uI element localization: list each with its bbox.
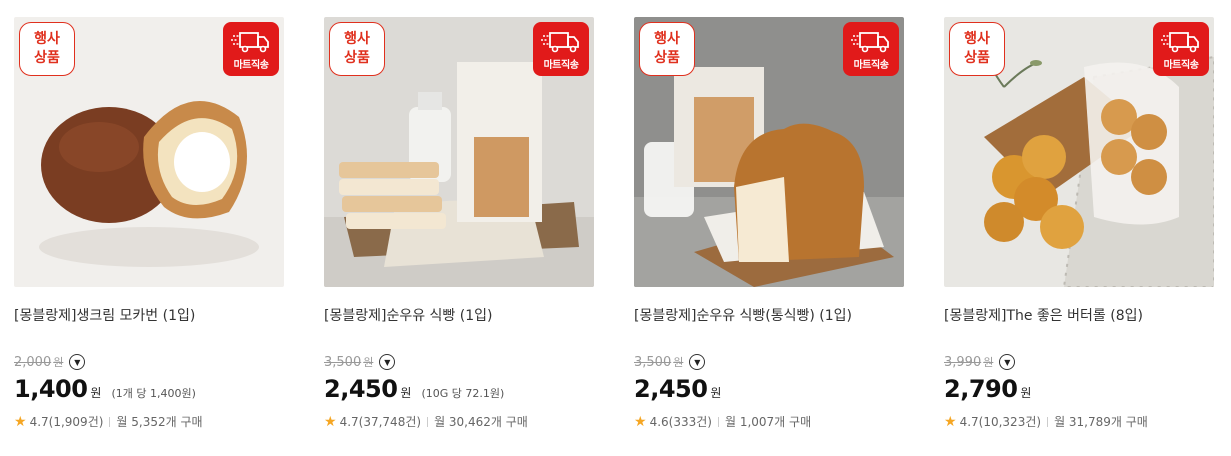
original-price-row: 3,990 원 ▼ <box>944 353 1214 371</box>
review-count: (333건) <box>668 415 712 429</box>
original-price-unit: 원 <box>673 356 684 369</box>
product-grid: 행사 상품 마트직송 [몽블랑제]생크림 모카번 (1입) 2,000 원 ▼ … <box>0 0 1231 456</box>
event-product-badge: 행사 상품 <box>949 22 1005 76</box>
chevron-down-icon[interactable]: ▼ <box>379 354 396 370</box>
price-unit: 원 <box>1020 386 1032 400</box>
product-card[interactable]: 행사 상품 마트직송 [몽블랑제]생크림 모카번 (1입) 2,000 원 ▼ … <box>14 17 284 430</box>
monthly-sales: 월 1,007개 구매 <box>724 415 812 429</box>
mart-direct-shipping-badge: 마트직송 <box>1153 22 1209 76</box>
chevron-down-icon[interactable]: ▼ <box>69 354 86 370</box>
star-icon: ★ <box>14 413 27 430</box>
unit-price: (10G 당 72.1원) <box>421 387 505 400</box>
original-price-unit: 원 <box>363 356 374 369</box>
product-title[interactable]: [몽블랑제]순우유 식빵(통식빵) (1입) <box>634 305 904 325</box>
review-count: (37,748건) <box>358 415 422 429</box>
original-price-row: 3,500 원 ▼ <box>634 353 904 371</box>
mart-direct-shipping-badge: 마트직송 <box>533 22 589 76</box>
original-price: 2,000 <box>14 354 52 370</box>
star-icon: ★ <box>324 413 337 430</box>
sale-price: 2,450 <box>634 375 708 403</box>
product-image[interactable]: 행사 상품 마트직송 <box>14 17 284 287</box>
rating-value: 4.7 <box>339 414 359 429</box>
review-count: (1,909건) <box>48 415 104 429</box>
product-title[interactable]: [몽블랑제]생크림 모카번 (1입) <box>14 305 284 325</box>
rating-value: 4.6 <box>649 414 669 429</box>
truck-icon <box>541 32 579 53</box>
original-price: 3,990 <box>944 354 982 370</box>
rating-row: ★ 4.7 (37,748건) 월 30,462개 구매 <box>324 413 594 430</box>
product-title[interactable]: [몽블랑제]The 좋은 버터롤 (8입) <box>944 305 1214 325</box>
review-count: (10,323건) <box>978 415 1042 429</box>
original-price-unit: 원 <box>983 356 994 369</box>
chevron-down-icon[interactable]: ▼ <box>689 354 706 370</box>
rating-row: ★ 4.6 (333건) 월 1,007개 구매 <box>634 413 904 430</box>
original-price-unit: 원 <box>53 356 64 369</box>
rating-value: 4.7 <box>959 414 979 429</box>
price-unit: 원 <box>710 386 722 400</box>
product-card[interactable]: 행사 상품 마트직송 [몽블랑제]순우유 식빵(통식빵) (1입) 3,500 … <box>634 17 904 430</box>
star-icon: ★ <box>944 413 957 430</box>
sale-price: 1,400 <box>14 375 88 403</box>
event-product-badge: 행사 상품 <box>329 22 385 76</box>
truck-icon <box>1161 32 1199 53</box>
rating-row: ★ 4.7 (10,323건) 월 31,789개 구매 <box>944 413 1214 430</box>
product-image[interactable]: 행사 상품 마트직송 <box>324 17 594 287</box>
sale-price: 2,450 <box>324 375 398 403</box>
event-product-badge: 행사 상품 <box>19 22 75 76</box>
sale-price-row: 2,450 원 <box>634 375 904 405</box>
sale-price-row: 2,450 원 (10G 당 72.1원) <box>324 375 594 405</box>
price-unit: 원 <box>400 386 412 400</box>
star-icon: ★ <box>634 413 647 430</box>
truck-icon <box>231 32 269 53</box>
rating-row: ★ 4.7 (1,909건) 월 5,352개 구매 <box>14 413 284 430</box>
mart-direct-shipping-badge: 마트직송 <box>843 22 899 76</box>
divider <box>109 416 111 427</box>
original-price: 3,500 <box>324 354 362 370</box>
truck-icon <box>851 32 889 53</box>
price-unit: 원 <box>90 386 102 400</box>
product-image[interactable]: 행사 상품 마트직송 <box>944 17 1214 287</box>
event-product-badge: 행사 상품 <box>639 22 695 76</box>
monthly-sales: 월 31,789개 구매 <box>1054 415 1148 429</box>
monthly-sales: 월 5,352개 구매 <box>116 415 203 429</box>
divider <box>427 416 429 427</box>
original-price: 3,500 <box>634 354 672 370</box>
sale-price-row: 1,400 원 (1개 당 1,400원) <box>14 375 284 405</box>
product-title[interactable]: [몽블랑제]순우유 식빵 (1입) <box>324 305 594 325</box>
mart-direct-shipping-badge: 마트직송 <box>223 22 279 76</box>
product-image[interactable]: 행사 상품 마트직송 <box>634 17 904 287</box>
product-card[interactable]: 행사 상품 마트직송 [몽블랑제]The 좋은 버터롤 (8입) 3,990 원… <box>944 17 1214 430</box>
unit-price: (1개 당 1,400원) <box>111 387 196 400</box>
chevron-down-icon[interactable]: ▼ <box>999 354 1016 370</box>
product-card[interactable]: 행사 상품 마트직송 [몽블랑제]순우유 식빵 (1입) 3,500 원 ▼ 2… <box>324 17 594 430</box>
divider <box>717 416 719 427</box>
rating-value: 4.7 <box>29 414 49 429</box>
original-price-row: 3,500 원 ▼ <box>324 353 594 371</box>
original-price-row: 2,000 원 ▼ <box>14 353 284 371</box>
monthly-sales: 월 30,462개 구매 <box>434 415 528 429</box>
sale-price: 2,790 <box>944 375 1018 403</box>
sale-price-row: 2,790 원 <box>944 375 1214 405</box>
divider <box>1047 416 1049 427</box>
